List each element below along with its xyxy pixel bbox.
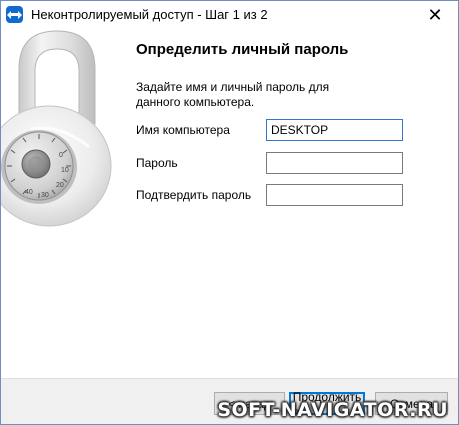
computer-name-input[interactable]	[266, 119, 403, 141]
teamviewer-icon	[6, 6, 23, 23]
page-heading: Определить личный пароль	[136, 41, 349, 58]
close-icon[interactable]: ✕	[412, 1, 458, 29]
setup-wizard-window: Неконтролируемый доступ - Шаг 1 из 2 ✕ 0…	[0, 0, 459, 425]
dial-number: 30	[41, 192, 49, 199]
page-description: Задайте имя и личный пароль для данного …	[136, 80, 330, 109]
confirm-password-label: Подтвердить пароль	[136, 188, 252, 202]
dial-number: 10	[61, 167, 69, 174]
password-input[interactable]	[266, 152, 403, 174]
dial-number: 40	[25, 189, 33, 196]
padlock-icon: 0 10 20 30 40	[1, 29, 113, 229]
window-title: Неконтролируемый доступ - Шаг 1 из 2	[31, 7, 268, 22]
password-label: Пароль	[136, 156, 178, 170]
title-bar: Неконтролируемый доступ - Шаг 1 из 2 ✕	[1, 1, 458, 29]
dial-number: 20	[56, 182, 64, 189]
computer-name-label: Имя компьютера	[136, 123, 230, 137]
confirm-password-input[interactable]	[266, 184, 403, 206]
dial-number: 0	[59, 152, 63, 159]
watermark: SOFT-NAVIGATOR.RU	[217, 399, 448, 421]
